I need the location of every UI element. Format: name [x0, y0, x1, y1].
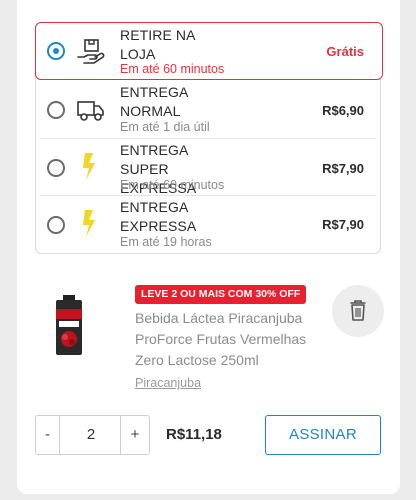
quantity-input[interactable]: 2 [61, 416, 121, 454]
trash-icon [350, 300, 366, 321]
delivery-option-pickup[interactable]: RETIRE NA LOJA Em até 60 minutos Grátis [35, 22, 383, 80]
lightning-icon [83, 153, 95, 180]
delivery-option-price: R$7,90 [322, 217, 364, 232]
item-total-price: R$11,18 [166, 426, 222, 443]
radio-unselected[interactable] [47, 159, 65, 177]
delivery-option-title: RETIRE NA LOJA [120, 27, 195, 62]
brand-link[interactable]: Piracanjuba [135, 376, 201, 390]
delivery-option-time: Em até 60 minutos [120, 62, 225, 76]
delivery-option-normal[interactable]: ENTREGA NORMAL Em até 1 dia útil R$6,90 [36, 81, 382, 138]
radio-unselected[interactable] [47, 101, 65, 119]
truck-icon [77, 101, 104, 121]
delivery-option-price: R$7,90 [322, 161, 364, 176]
product-image [56, 295, 82, 355]
delivery-option-time: Em até 60 minutos [120, 178, 225, 192]
delivery-options-list: RETIRE NA LOJA Em até 60 minutos Grátis … [35, 22, 383, 254]
radio-unselected[interactable] [47, 216, 65, 234]
delivery-option-express[interactable]: ENTREGA EXPRESSA Em até 19 horas R$7,90 [36, 196, 382, 254]
delivery-option-title: ENTREGA EXPRESSA [120, 199, 197, 234]
delivery-option-title: ENTREGA NORMAL [120, 84, 188, 119]
increase-quantity-button[interactable]: + [120, 416, 149, 454]
delivery-option-time: Em até 19 horas [120, 235, 212, 249]
subscribe-button[interactable]: ASSINAR [265, 415, 381, 455]
remove-item-button[interactable] [332, 285, 384, 337]
decrease-quantity-button[interactable]: - [36, 416, 60, 454]
store-pickup-icon [77, 39, 105, 64]
cart-product: LEVE 2 OU MAIS COM 30% OFF Bebida Láctea… [35, 285, 385, 395]
quantity-stepper: - 2 + [35, 415, 150, 455]
delivery-option-time: Em até 1 dia útil [120, 120, 210, 134]
product-name[interactable]: Bebida Láctea Piracanjuba ProForce Fruta… [135, 308, 325, 371]
lightning-icon [83, 210, 95, 237]
radio-selected[interactable] [47, 42, 65, 60]
promo-badge: LEVE 2 OU MAIS COM 30% OFF [135, 285, 307, 304]
delivery-option-super-express[interactable]: ENTREGA SUPER EXPRESSA Em até 60 minutos… [36, 139, 382, 196]
delivery-option-price: Grátis [326, 44, 364, 59]
delivery-option-price: R$6,90 [322, 103, 364, 118]
